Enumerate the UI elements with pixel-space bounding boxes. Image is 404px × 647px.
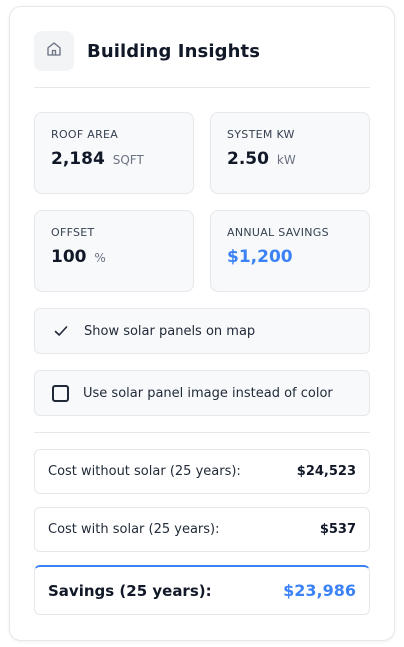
offset-unit: % (94, 251, 106, 265)
cost-label: Cost without solar (25 years): (48, 464, 241, 479)
show-solar-panels-toggle[interactable]: Show solar panels on map (34, 308, 370, 354)
panel-title: Building Insights (87, 40, 261, 62)
use-panel-image-toggle[interactable]: Use solar panel image instead of color (34, 370, 370, 416)
cost-value: $537 (319, 522, 356, 537)
home-icon (45, 40, 63, 62)
cost-without-solar-row: Cost without solar (25 years): $24,523 (34, 449, 370, 494)
system-kw-unit: kW (276, 153, 296, 167)
savings-row: Savings (25 years): $23,986 (34, 565, 370, 615)
section-divider (34, 432, 370, 433)
toggle-label: Use solar panel image instead of color (83, 385, 333, 401)
offset-value: 100 (51, 247, 87, 267)
stat-label: SYSTEM KW (227, 128, 295, 141)
building-insights-panel: Building Insights ROOF AREA 2,184 SQFT S… (9, 6, 395, 641)
header-divider (34, 87, 370, 88)
stat-value: 100 % (51, 247, 177, 267)
stat-value: 2.50 kW (227, 149, 353, 169)
panel-header: Building Insights (34, 31, 370, 71)
cost-label: Cost with solar (25 years): (48, 522, 220, 537)
roof-area-value: 2,184 (51, 149, 105, 169)
checkbox-empty-icon (52, 384, 69, 402)
stat-value: 2,184 SQFT (51, 149, 177, 169)
system-kw-value: 2.50 (227, 149, 269, 169)
stat-offset: OFFSET 100 % (34, 210, 194, 292)
stat-roof-area: ROOF AREA 2,184 SQFT (34, 112, 194, 194)
cost-value: $24,523 (296, 464, 356, 479)
toggle-label: Show solar panels on map (84, 323, 256, 339)
stat-label: ANNUAL SAVINGS (227, 226, 329, 239)
annual-savings-value: $1,200 (227, 247, 293, 267)
home-button[interactable] (34, 31, 74, 71)
check-icon (52, 322, 70, 340)
stat-annual-savings: ANNUAL SAVINGS $1,200 (210, 210, 370, 292)
stat-system-kw: SYSTEM KW 2.50 kW (210, 112, 370, 194)
cost-with-solar-row: Cost with solar (25 years): $537 (34, 507, 370, 552)
savings-value: $23,986 (283, 581, 356, 600)
stat-label: OFFSET (51, 226, 95, 239)
savings-label: Savings (25 years): (48, 581, 212, 600)
stat-label: ROOF AREA (51, 128, 119, 141)
roof-area-unit: SQFT (112, 153, 144, 167)
